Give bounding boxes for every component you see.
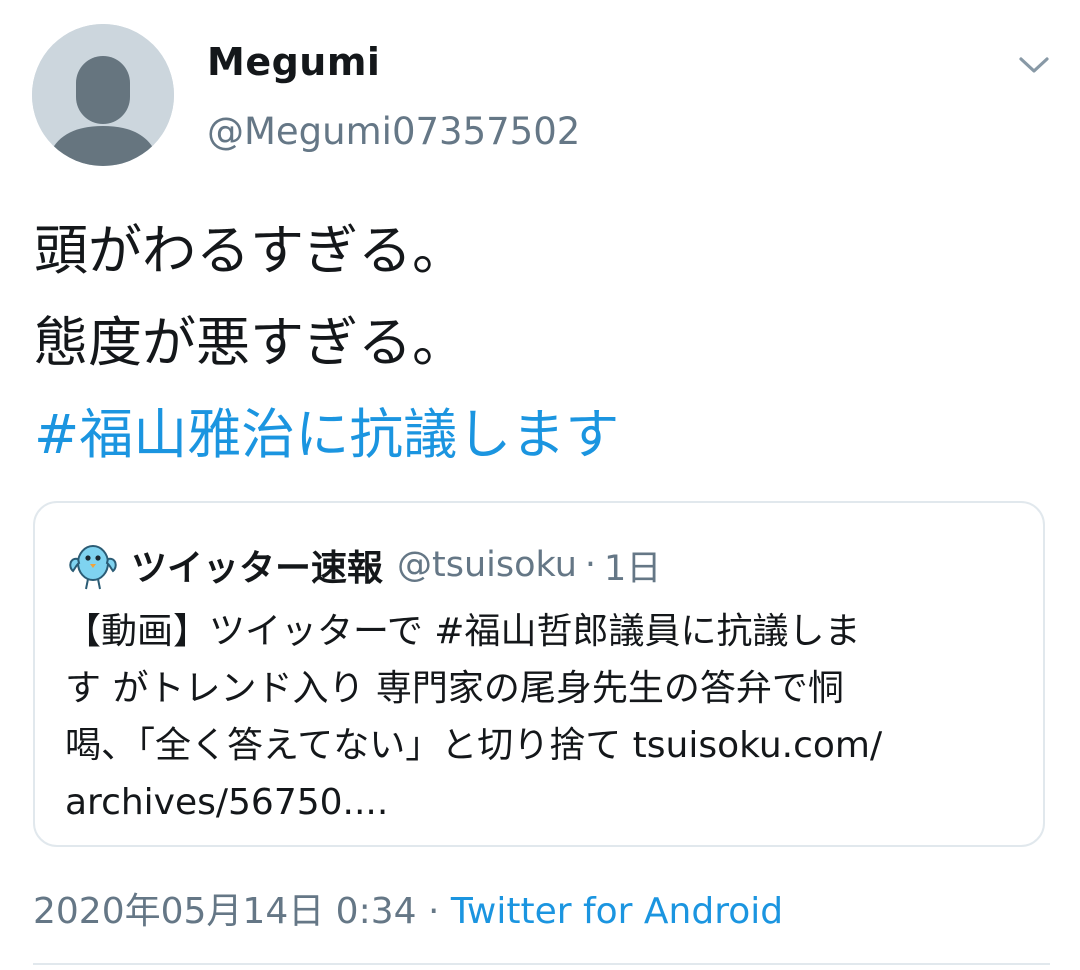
quoted-tweet-body: 【動画】ツイッターで #福山哲郎議員に抗議しま す がトレンド入り 専門家の尾身… (65, 603, 1025, 831)
tweet-text: 頭がわるすぎる。 態度が悪すぎる。 #福山雅治に抗議します (34, 205, 619, 481)
quoted-body-line: 【動画】ツイッターで #福山哲郎議員に抗議しま (65, 611, 861, 652)
tweet-timestamp[interactable]: 2020年05月14日 0:34 (33, 891, 417, 932)
tweet-line: 頭がわるすぎる。 (34, 219, 466, 282)
tweet-meta: 2020年05月14日 0:34 · Twitter for Android (33, 882, 783, 934)
quoted-separator: · (584, 545, 597, 585)
bird-mascot-icon (69, 545, 117, 590)
divider (33, 963, 1050, 965)
quoted-body-line: archives/56750.... (65, 782, 389, 823)
default-profile-icon (32, 24, 174, 166)
tweet-source-link[interactable]: Twitter for Android (451, 891, 783, 932)
author-avatar[interactable] (32, 24, 174, 166)
chevron-down-icon[interactable] (1016, 52, 1052, 78)
quoted-body-line: 喝、「全く答えてない」と切り捨て tsuisoku.com/ (65, 725, 883, 766)
quoted-tweet-header: ツイッター速報 @tsuisoku · 1日 (65, 537, 661, 593)
quoted-tweet-card[interactable]: ツイッター速報 @tsuisoku · 1日 【動画】ツイッターで #福山哲郎議… (33, 501, 1045, 847)
quoted-timestamp: 1日 (604, 548, 662, 589)
quoted-body-line: す がトレンド入り 専門家の尾身先生の答弁で恫 (65, 668, 844, 709)
hashtag-link[interactable]: #福山雅治に抗議します (34, 389, 619, 481)
author-handle[interactable]: @Megumi07357502 (207, 110, 580, 153)
meta-separator: · (416, 891, 451, 932)
quoted-handle: @tsuisoku (397, 545, 577, 585)
tweet-line: 態度が悪すぎる。 (34, 311, 466, 374)
author-display-name[interactable]: Megumi (207, 40, 380, 84)
quoted-display-name: ツイッター速報 (131, 548, 384, 589)
